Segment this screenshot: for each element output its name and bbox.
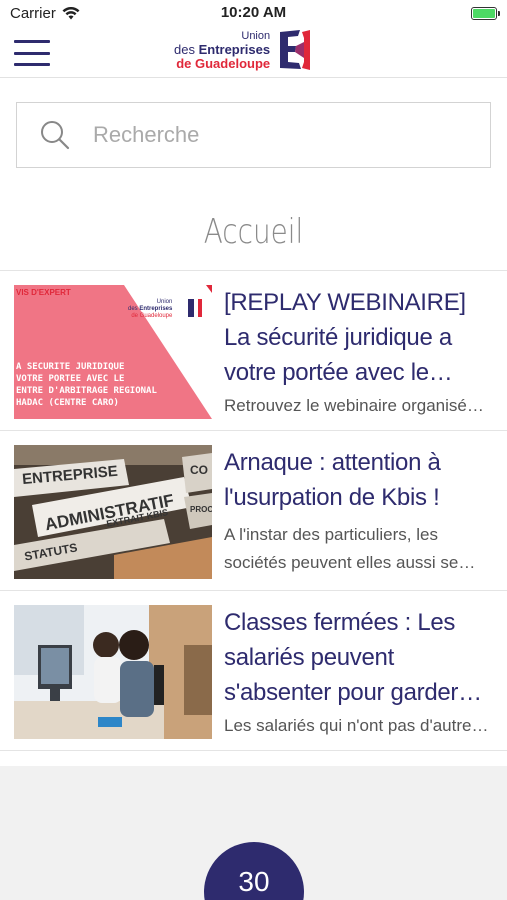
notification-count-badge[interactable]: 30 — [204, 842, 304, 900]
menu-bar-icon — [14, 51, 50, 55]
article-title[interactable]: Arnaque : attention à l'usurpation de Kb… — [224, 445, 494, 515]
article-excerpt: Les salariés qui n'ont pas d'autre c... — [224, 716, 472, 735]
article-title[interactable]: [REPLAY WEBINAIRE] La sécurité juridique… — [224, 285, 494, 390]
article-body: Classes fermées : Les salariés peuvent s… — [224, 605, 494, 742]
thumb-tag: VIS D'EXPERT — [16, 288, 71, 297]
battery-icon — [471, 6, 500, 20]
article-thumbnail: ENTREPRISE ADMINISTRATIF EXTRAIT KBIS ST… — [14, 445, 212, 579]
hamburger-menu-button[interactable] — [14, 40, 50, 66]
search-section — [0, 78, 507, 168]
wifi-icon — [62, 6, 80, 19]
logo-line-entreprises: des Entreprises — [174, 43, 270, 57]
thumb-caption-line: HADAC (CENTRE CARO) — [16, 398, 119, 408]
article-item[interactable]: ENTREPRISE ADMINISTRATIF EXTRAIT KBIS ST… — [0, 431, 507, 591]
thumb-caption-line: VOTRE PORTEE AVEC LE — [16, 374, 125, 384]
thumb-caption-line: ENTRE D'ARBITRAGE REGIONAL — [16, 386, 157, 396]
article-excerpt: A l'instar des particuliers, les société… — [224, 525, 459, 572]
article-item[interactable]: VIS D'EXPERT Union des Entreprises de Gu… — [0, 271, 507, 431]
battery-level — [473, 8, 495, 18]
logo-prefix: des — [174, 42, 199, 57]
logo-line-union: Union — [241, 30, 271, 42]
carrier-label: Carrier — [10, 4, 56, 22]
menu-bar-icon — [14, 40, 50, 43]
thumb-logo-mark-icon — [188, 299, 202, 317]
thumb-logo-line1: Union — [156, 299, 173, 305]
folder-label: CO — [190, 463, 208, 477]
thumb-caption: A SECURITE JURIDIQUE VOTRE PORTEE AVEC L… — [16, 361, 157, 409]
thumb-caption-line: A SECURITE JURIDIQUE — [16, 362, 125, 372]
thumb-logo-line2: des Entreprises — [128, 306, 172, 313]
article-excerpt: Retrouvez le webinaire organisé p... — [224, 396, 467, 415]
thumb-logo-prefix: des — [128, 306, 140, 312]
article-thumbnail — [14, 605, 212, 739]
logo-e-mark-icon — [280, 30, 311, 70]
logo-line-guadeloupe: de Guadeloupe — [176, 56, 271, 71]
thumb-logo: Union des Entreprises de Guadeloupe — [128, 299, 172, 320]
article-body: Arnaque : attention à l'usurpation de Kb… — [224, 445, 494, 582]
article-thumbnail: VIS D'EXPERT Union des Entreprises de Gu… — [14, 285, 212, 419]
article-item[interactable]: Classes fermées : Les salariés peuvent s… — [0, 591, 507, 751]
app-header: Union des Entreprises de Guadeloupe — [0, 26, 507, 78]
article-body: [REPLAY WEBINAIRE] La sécurité juridique… — [224, 285, 494, 422]
logo-bold: Entreprises — [198, 42, 271, 57]
article-title[interactable]: Classes fermées : Les salariés peuvent s… — [224, 605, 494, 710]
bottom-area: 30 — [0, 766, 507, 900]
thumb-logo-line3: de Guadeloupe — [131, 313, 173, 319]
folder-label: PROCÉ — [190, 505, 212, 514]
thumb-logo-bold: Entreprises — [139, 306, 173, 312]
home-office-thumbnail-graphic — [14, 605, 212, 739]
status-bar: Carrier 10:20 AM — [0, 0, 507, 26]
search-input[interactable] — [93, 122, 473, 148]
page-title: Accueil — [203, 212, 304, 252]
search-box[interactable] — [16, 102, 491, 168]
menu-bar-icon — [14, 63, 50, 66]
search-icon — [41, 121, 70, 150]
ude-logo[interactable]: Union des Entreprises de Guadeloupe — [174, 28, 314, 72]
logo-wordmark: Union des Entreprises de Guadeloupe — [174, 29, 270, 71]
